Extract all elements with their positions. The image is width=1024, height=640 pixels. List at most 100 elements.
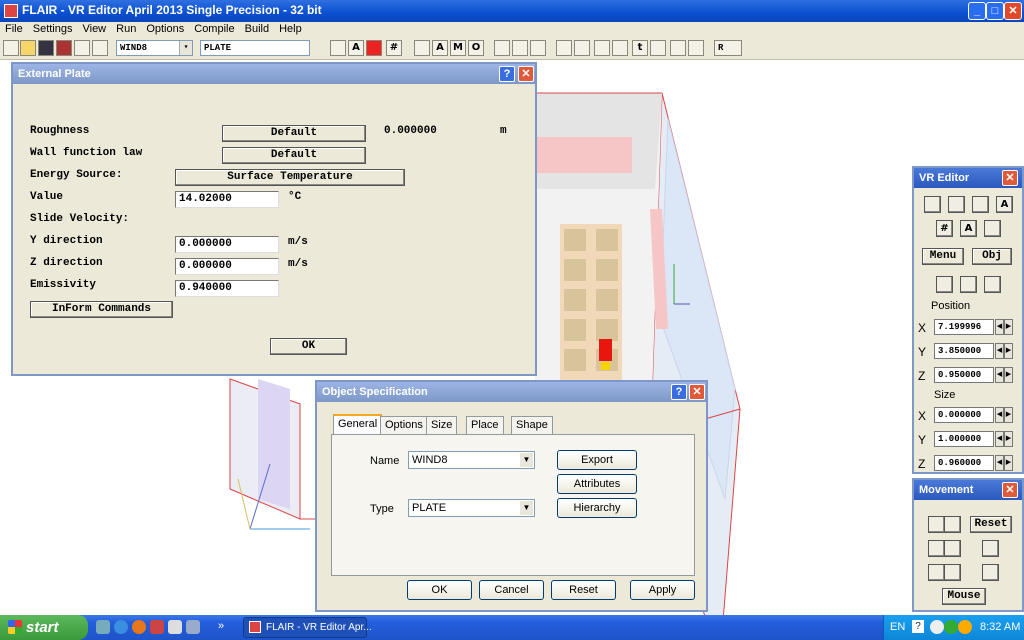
linked-boxes-icon[interactable] — [512, 40, 528, 56]
size-y-input[interactable]: 1.000000 — [934, 431, 994, 447]
target-icon[interactable] — [530, 40, 546, 56]
external-plate-title-bar[interactable]: External Plate ? ✕ — [13, 64, 535, 84]
a-outline-icon[interactable]: A — [996, 196, 1013, 213]
document-icon[interactable] — [186, 620, 200, 634]
help-icon[interactable]: ? — [499, 66, 515, 82]
surface-temperature-button[interactable]: Surface Temperature — [175, 169, 405, 186]
menu-help[interactable]: Help — [274, 22, 307, 37]
start-button[interactable]: start — [0, 615, 88, 640]
r-menu-button[interactable]: R — [714, 40, 742, 56]
grid-icon[interactable]: # — [386, 40, 402, 56]
arrow-ne-icon[interactable] — [928, 516, 945, 533]
attributes-button[interactable]: Attributes — [557, 474, 637, 494]
small-boxes-icon[interactable] — [936, 276, 953, 293]
position-y-increment[interactable]: ▶ — [1004, 343, 1013, 359]
main-title-bar[interactable]: FLAIR - VR Editor April 2013 Single Prec… — [0, 0, 1024, 22]
position-z-input[interactable]: 0.950000 — [934, 367, 994, 383]
menu-button[interactable]: Menu — [922, 248, 964, 265]
position-z-increment[interactable]: ▶ — [1004, 367, 1013, 383]
mouse-button[interactable]: Mouse — [942, 588, 986, 605]
y-direction-input[interactable]: 0.000000 — [175, 236, 279, 253]
size-y-decrement[interactable]: ◀ — [995, 431, 1004, 447]
size-z-input[interactable]: 0.960000 — [934, 455, 994, 471]
reset-button[interactable]: Reset — [551, 580, 616, 600]
linked-boxes-icon[interactable] — [960, 276, 977, 293]
help-icon[interactable]: ? — [671, 384, 687, 400]
obj-button[interactable]: Obj — [972, 248, 1012, 265]
object-combo[interactable]: WIND8 ▾ — [116, 40, 193, 56]
close-icon[interactable]: ✕ — [689, 384, 705, 400]
arrow-diag-down-icon[interactable] — [928, 564, 945, 581]
firefox-icon[interactable] — [132, 620, 146, 634]
image-icon[interactable] — [56, 40, 72, 56]
language-indicator[interactable]: EN — [890, 621, 905, 633]
close-icon[interactable]: ✕ — [1002, 482, 1018, 498]
movement-reset-button[interactable]: Reset — [970, 516, 1012, 533]
close-window-button[interactable]: ✕ — [1004, 2, 1022, 20]
menu-view[interactable]: View — [77, 22, 111, 37]
arrow-return-left-icon[interactable] — [928, 540, 945, 557]
position-x-increment[interactable]: ▶ — [1004, 319, 1013, 335]
open-folder-icon[interactable] — [20, 40, 36, 56]
a-label-icon[interactable]: A — [960, 220, 977, 237]
tab-options[interactable]: Options — [380, 416, 428, 434]
arrow-sw-icon[interactable] — [944, 516, 961, 533]
new-file-icon[interactable] — [3, 40, 19, 56]
arrow-up-turn-icon[interactable] — [982, 540, 999, 557]
position-x-decrement[interactable]: ◀ — [995, 319, 1004, 335]
size-z-increment[interactable]: ▶ — [1004, 455, 1013, 471]
target-icon[interactable] — [984, 276, 1001, 293]
desktop-icon[interactable] — [96, 620, 110, 634]
arrow-ne-icon[interactable] — [556, 40, 572, 56]
arrow-return-right-icon[interactable] — [944, 540, 961, 557]
menu-options[interactable]: Options — [141, 22, 189, 37]
red-marker-icon[interactable] — [366, 40, 382, 56]
export-button[interactable]: Export — [557, 450, 637, 470]
size-x-increment[interactable]: ▶ — [1004, 407, 1013, 423]
print-icon[interactable] — [92, 40, 108, 56]
cancel-button[interactable]: Cancel — [479, 580, 544, 600]
app-icon[interactable] — [168, 620, 182, 634]
inform-commands-button[interactable]: InForm Commands — [30, 301, 173, 318]
vr-editor-title-bar[interactable]: VR Editor ✕ — [914, 168, 1022, 188]
wall-function-default-button[interactable]: Default — [222, 147, 366, 164]
type-combo[interactable]: PLATE — [200, 40, 310, 56]
position-y-decrement[interactable]: ◀ — [995, 343, 1004, 359]
m-label-icon[interactable]: M — [450, 40, 466, 56]
grid-icon[interactable]: # — [936, 220, 953, 237]
menu-build[interactable]: Build — [240, 22, 274, 37]
small-boxes-icon[interactable] — [494, 40, 510, 56]
arrow-rotate-icon[interactable] — [982, 564, 999, 581]
size-x-input[interactable]: 0.000000 — [934, 407, 994, 423]
save-icon[interactable] — [38, 40, 54, 56]
o-label-icon[interactable]: O — [468, 40, 484, 56]
arrow-diag-up-icon[interactable] — [688, 40, 704, 56]
apply-button[interactable]: Apply — [630, 580, 695, 600]
a-outline-icon[interactable]: A — [348, 40, 364, 56]
close-icon[interactable]: ✕ — [1002, 170, 1018, 186]
network-icon[interactable] — [930, 620, 944, 634]
media-icon[interactable] — [150, 620, 164, 634]
arrow-return-right-icon[interactable] — [972, 196, 989, 213]
external-plate-ok-button[interactable]: OK — [270, 338, 347, 355]
size-y-increment[interactable]: ▶ — [1004, 431, 1013, 447]
shield-icon[interactable] — [944, 620, 958, 634]
tab-shape[interactable]: Shape — [511, 416, 553, 434]
document-icon[interactable] — [74, 40, 90, 56]
menu-settings[interactable]: Settings — [28, 22, 78, 37]
taskbar-item-flair[interactable]: FLAIR - VR Editor Apr... — [243, 617, 372, 638]
type-select[interactable]: PLATE ▼ — [408, 499, 535, 517]
position-y-input[interactable]: 3.850000 — [934, 343, 994, 359]
z-direction-input[interactable]: 0.000000 — [175, 258, 279, 275]
roughness-default-button[interactable]: Default — [222, 125, 366, 142]
arrow-rotate-icon[interactable] — [650, 40, 666, 56]
object-spec-title-bar[interactable]: Object Specification ? ✕ — [317, 382, 706, 402]
selected-object-red[interactable] — [599, 339, 612, 361]
menu-file[interactable]: File — [0, 22, 28, 37]
arrow-diag-up-icon[interactable] — [944, 564, 961, 581]
minimize-button[interactable]: _ — [968, 2, 986, 20]
maximize-button[interactable]: □ — [986, 2, 1004, 20]
position-z-decrement[interactable]: ◀ — [995, 367, 1004, 383]
position-x-input[interactable]: 7.199996 — [934, 319, 994, 335]
a-label-icon[interactable]: A — [432, 40, 448, 56]
